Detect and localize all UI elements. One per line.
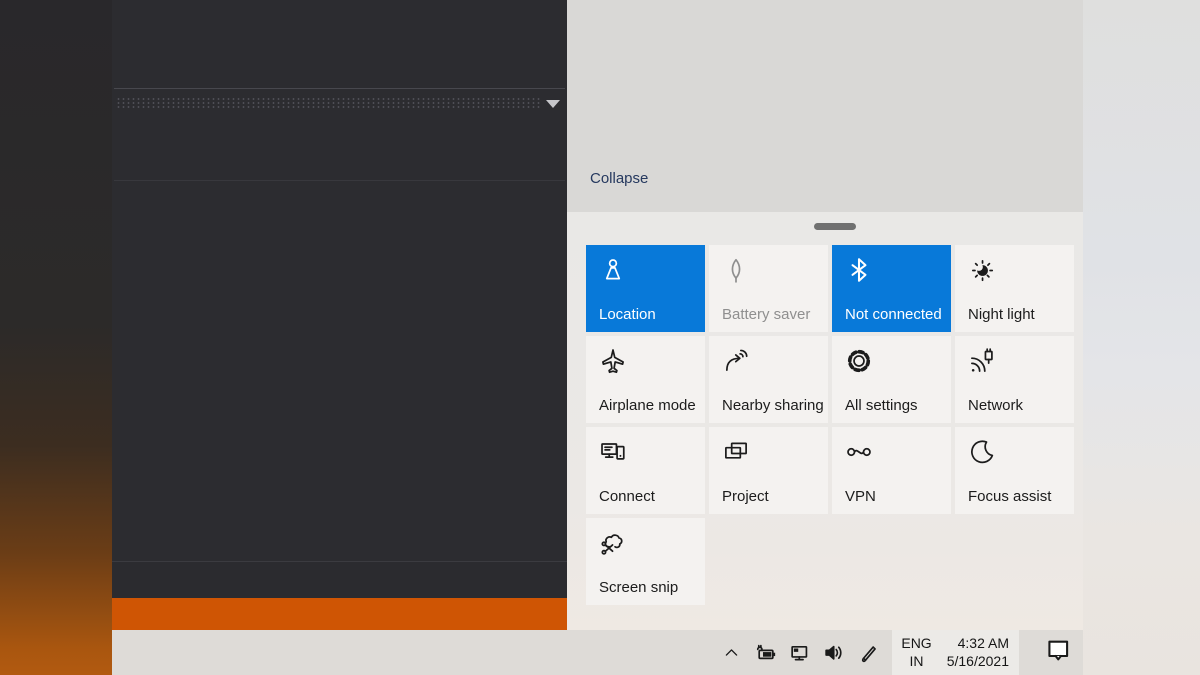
vpn-link-icon — [845, 438, 873, 466]
app-divider-line — [114, 180, 565, 181]
quick-action-tile-battery-saver[interactable]: Battery saver — [709, 245, 828, 332]
app-orange-statusbar — [112, 598, 567, 630]
app-dropdown-bar[interactable] — [116, 97, 542, 110]
quick-action-label: Nearby sharing — [722, 397, 824, 414]
action-center-button[interactable] — [1041, 630, 1075, 675]
language-line1: ENG — [901, 635, 932, 651]
language-indicator[interactable]: ENG IN — [892, 630, 940, 675]
snip-scissors-icon — [599, 529, 627, 557]
location-icon — [599, 256, 627, 284]
nearby-sharing-icon — [722, 347, 750, 375]
quick-action-label: Battery saver — [722, 306, 811, 323]
quick-action-tile-network[interactable]: Network — [955, 336, 1074, 423]
quick-action-tile-airplane-mode[interactable]: Airplane mode — [586, 336, 705, 423]
speaker-icon[interactable] — [821, 641, 845, 665]
clock-date: 5/16/2021 — [946, 652, 1009, 669]
quick-action-label: Network — [968, 397, 1024, 414]
quick-action-label: Project — [722, 488, 769, 505]
quick-action-label: Night light — [968, 306, 1035, 323]
quick-action-label: Not connected — [845, 306, 942, 323]
gear-icon — [845, 347, 873, 375]
thumbnail-right-gradient — [1083, 0, 1200, 675]
clock[interactable]: 4:32 AM 5/16/2021 — [941, 630, 1019, 675]
battery-charging-icon[interactable] — [753, 641, 777, 665]
bluetooth-icon — [845, 256, 873, 284]
thumbnail-left-gradient — [0, 0, 112, 675]
action-center-panel: Collapse Location Battery saver Not conn… — [567, 0, 1083, 630]
quick-action-label: Connect — [599, 488, 655, 505]
quick-action-tile-vpn[interactable]: VPN — [832, 427, 951, 514]
display-ethernet-icon[interactable] — [787, 641, 811, 665]
quick-action-tile-not-connected[interactable]: Not connected — [832, 245, 951, 332]
quick-action-tile-project[interactable]: Project — [709, 427, 828, 514]
quick-action-label: Airplane mode — [599, 397, 696, 414]
moon-icon — [968, 438, 996, 466]
taskbar: ENG IN 4:32 AM 5/16/2021 — [112, 630, 1083, 675]
dark-app-window — [112, 0, 567, 630]
action-center-notification-area: Collapse — [567, 0, 1083, 212]
collapse-link[interactable]: Collapse — [590, 170, 648, 187]
drag-handle[interactable] — [814, 223, 856, 230]
quick-action-label: VPN — [845, 488, 876, 505]
quick-action-label: All settings — [845, 397, 918, 414]
app-divider-line — [114, 88, 565, 89]
quick-action-label: Location — [599, 306, 656, 323]
notification-flag-icon — [1045, 637, 1071, 668]
quick-action-tile-all-settings[interactable]: All settings — [832, 336, 951, 423]
quick-action-tile-nearby-sharing[interactable]: Nearby sharing — [709, 336, 828, 423]
clock-time: 4:32 AM — [957, 635, 1009, 651]
project-displays-icon — [722, 438, 750, 466]
screenshot-stage: Collapse Location Battery saver Not conn… — [0, 0, 1200, 675]
tray-input-and-clock: ENG IN 4:32 AM 5/16/2021 — [892, 630, 1019, 675]
quick-action-tile-night-light[interactable]: Night light — [955, 245, 1074, 332]
quick-actions-grid: Location Battery saver Not connected Nig… — [586, 245, 1074, 605]
quick-action-tile-location[interactable]: Location — [586, 245, 705, 332]
network-wifi-icon — [968, 347, 996, 375]
language-line2: IN — [909, 652, 924, 669]
chevron-down-icon[interactable] — [546, 100, 560, 108]
quick-action-label: Screen snip — [599, 579, 679, 596]
quick-action-label: Focus assist — [968, 488, 1052, 505]
system-tray — [714, 630, 884, 675]
connect-screens-icon — [599, 438, 627, 466]
airplane-icon — [599, 347, 627, 375]
quick-action-tile-screen-snip[interactable]: Screen snip — [586, 518, 705, 605]
quick-actions-section: Location Battery saver Not connected Nig… — [567, 212, 1083, 630]
chevron-up-icon[interactable] — [719, 641, 743, 665]
app-footer-strip — [112, 562, 567, 598]
leaf-icon — [722, 256, 750, 284]
quick-action-tile-focus-assist[interactable]: Focus assist — [955, 427, 1074, 514]
sun-icon — [968, 256, 996, 284]
pen-icon[interactable] — [855, 641, 879, 665]
quick-action-tile-connect[interactable]: Connect — [586, 427, 705, 514]
